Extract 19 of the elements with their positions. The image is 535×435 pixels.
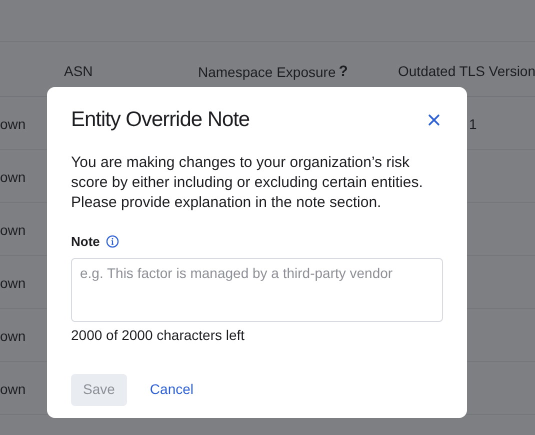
field-label: Note: [71, 233, 100, 251]
column-header: ASN: [64, 62, 93, 81]
table-cell-text: own: [0, 327, 26, 346]
table-cell-text: own: [0, 274, 26, 293]
table-cell-text: 1: [469, 115, 477, 134]
character-counter: 2000 of 2000 characters left: [71, 326, 246, 344]
note-field[interactable]: e.g. This factor is managed by a third-party vendor: [71, 258, 443, 322]
table-cell-text: own: [0, 115, 26, 134]
cancel-link[interactable]: Cancel: [150, 379, 194, 400]
close-icon[interactable]: [428, 113, 442, 127]
info-icon[interactable]: [106, 235, 119, 248]
column-header: Namespace Exposure: [198, 62, 336, 82]
dialog-description: You are making changes to your organization’s risk score by either including or excluding certain entities. Please provide explanation in the note section.: [71, 153, 424, 213]
dialog-title: Entity Override Note: [71, 107, 250, 133]
table-cell-text: own: [0, 168, 26, 187]
table-cell-text: own: [0, 221, 26, 240]
table-cell-text: own: [0, 380, 26, 399]
help-mark[interactable]: ?: [338, 61, 348, 84]
column-header: Outdated TLS Version: [398, 62, 535, 81]
